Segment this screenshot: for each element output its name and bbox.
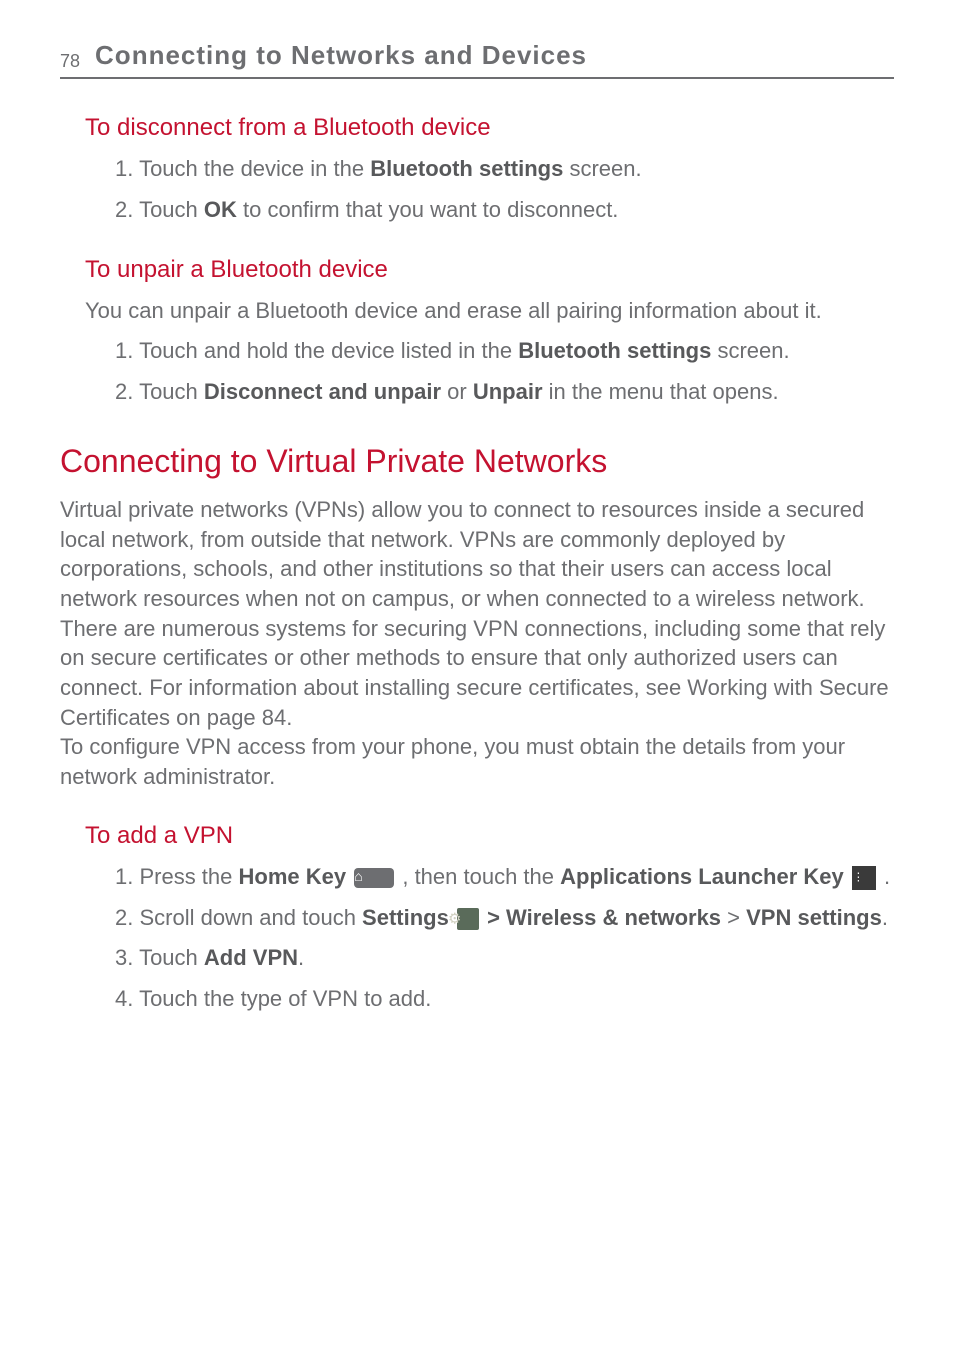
- list-item: 2. Touch Disconnect and unpair or Unpair…: [115, 377, 894, 408]
- list-item: 1. Touch and hold the device listed in t…: [115, 336, 894, 367]
- text: 1. Touch the device in the: [115, 156, 370, 181]
- home-key-icon: [354, 868, 394, 888]
- paragraph: Virtual private networks (VPNs) allow yo…: [60, 495, 894, 614]
- section-unpair-heading: To unpair a Bluetooth device: [85, 256, 894, 284]
- bold-text: VPN settings: [746, 905, 882, 930]
- text: .: [878, 864, 890, 889]
- text: 3. Touch: [115, 945, 204, 970]
- paragraph: To configure VPN access from your phone,…: [60, 732, 894, 791]
- page-number: 78: [60, 51, 80, 72]
- page-header: 78 Connecting to Networks and Devices: [60, 40, 894, 79]
- bold-text: OK: [204, 197, 237, 222]
- bold-text: Disconnect and unpair: [204, 379, 441, 404]
- bold-text: Home Key: [239, 864, 347, 889]
- settings-icon: [457, 908, 479, 930]
- text: .: [882, 905, 888, 930]
- list-item: 1. Press the Home Key , then touch the A…: [115, 862, 894, 893]
- text: .: [298, 945, 304, 970]
- text: to confirm that you want to disconnect.: [237, 197, 619, 222]
- text: 2. Touch: [115, 197, 204, 222]
- paragraph: You can unpair a Bluetooth device and er…: [85, 296, 894, 327]
- list-item: 4. Touch the type of VPN to add.: [115, 984, 894, 1015]
- text: or: [441, 379, 473, 404]
- text: >: [481, 905, 506, 930]
- text: screen.: [711, 338, 789, 363]
- text: 1. Touch and hold the device listed in t…: [115, 338, 518, 363]
- launcher-key-icon: [852, 866, 876, 890]
- text: 2. Scroll down and touch: [115, 905, 362, 930]
- list-item: 1. Touch the device in the Bluetooth set…: [115, 154, 894, 185]
- header-title: Connecting to Networks and Devices: [95, 40, 587, 71]
- bold-text: Wireless & networks: [506, 905, 721, 930]
- text: in the menu that opens.: [543, 379, 779, 404]
- bold-text: Bluetooth settings: [518, 338, 711, 363]
- bold-text: Add VPN: [204, 945, 298, 970]
- section-vpn-heading: Connecting to Virtual Private Networks: [60, 443, 894, 480]
- text: screen.: [563, 156, 641, 181]
- bold-text: Bluetooth settings: [370, 156, 563, 181]
- bold-text: Unpair: [473, 379, 543, 404]
- text: 2. Touch: [115, 379, 204, 404]
- bold-text: Settings: [362, 905, 449, 930]
- section-addvpn-heading: To add a VPN: [85, 822, 894, 850]
- paragraph: There are numerous systems for securing …: [60, 614, 894, 733]
- list-item: 3. Touch Add VPN.: [115, 943, 894, 974]
- list-item: 2. Scroll down and touch Settings > Wire…: [115, 903, 894, 934]
- text: >: [721, 905, 746, 930]
- text: , then touch the: [396, 864, 560, 889]
- section-disconnect-heading: To disconnect from a Bluetooth device: [85, 114, 894, 142]
- text: 1. Press the: [115, 864, 239, 889]
- bold-text: Applications Launcher Key: [560, 864, 844, 889]
- list-item: 2. Touch OK to confirm that you want to …: [115, 195, 894, 226]
